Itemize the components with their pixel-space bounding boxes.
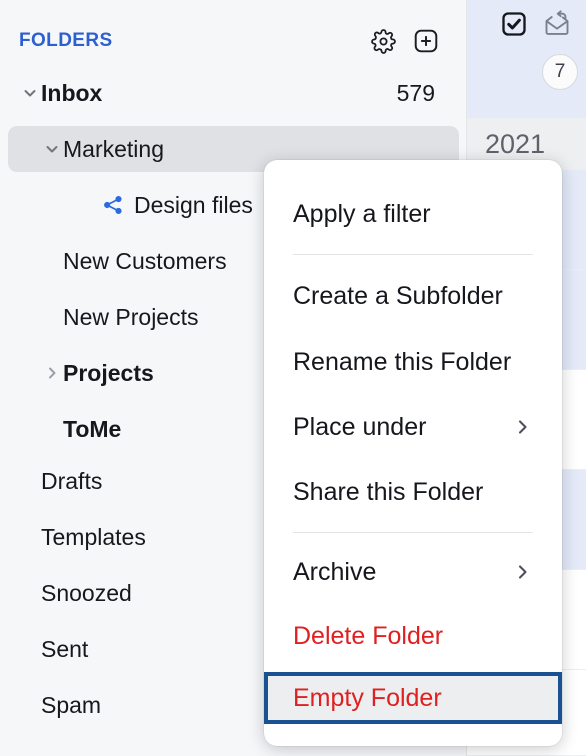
menu-item-label: Share this Folder — [293, 477, 484, 506]
menu-item-delete-folder[interactable]: Delete Folder — [264, 610, 562, 662]
menu-item-archive[interactable]: Archive — [264, 546, 562, 598]
sidebar-item-label: Spam — [41, 691, 102, 718]
sidebar-item-label: Drafts — [41, 467, 103, 494]
menu-item-create-a-subfolder[interactable]: Create a Subfolder — [264, 270, 562, 322]
add-folder-icon[interactable] — [413, 28, 439, 54]
sidebar-item-label: Design files — [134, 191, 253, 218]
menu-item-place-under[interactable]: Place under — [264, 401, 562, 453]
header-icon-group — [370, 28, 439, 54]
sidebar-item-label: Projects — [63, 359, 154, 386]
sidebar-item-label: ToMe — [63, 415, 122, 442]
menu-divider — [293, 532, 533, 533]
menu-item-label: Empty Folder — [293, 683, 442, 712]
gear-icon[interactable] — [370, 28, 396, 54]
mail-toolbar: 7 — [467, 0, 586, 118]
menu-item-apply-a-filter[interactable]: Apply a filter — [264, 188, 562, 240]
sidebar-item-label: Sent — [41, 635, 89, 662]
menu-item-label: Apply a filter — [293, 199, 431, 228]
chevron-right-icon — [514, 562, 530, 582]
menu-item-label: Delete Folder — [293, 621, 444, 650]
unread-count-badge: 7 — [542, 54, 578, 90]
chevron-right-icon[interactable] — [41, 365, 63, 381]
sidebar-item-inbox[interactable]: Inbox 579 — [8, 70, 459, 116]
sidebar-item-label: Marketing — [63, 135, 164, 162]
share-icon — [100, 194, 126, 216]
sidebar-item-label: New Customers — [63, 247, 227, 274]
date-separator-label: 2021 — [485, 128, 546, 159]
menu-item-rename-this-folder[interactable]: Rename this Folder — [264, 336, 562, 388]
sidebar-item-label: Snoozed — [41, 579, 132, 606]
sidebar-item-count: 579 — [396, 79, 435, 106]
menu-item-label: Rename this Folder — [293, 347, 512, 376]
sidebar-item-label: Inbox — [41, 79, 103, 106]
folders-header: FOLDERS — [0, 20, 467, 62]
sidebar-item-label: Templates — [41, 523, 146, 550]
chevron-right-icon — [514, 417, 530, 437]
page-title: FOLDERS — [19, 30, 113, 51]
menu-item-share-this-folder[interactable]: Share this Folder — [264, 466, 562, 518]
sidebar-item-label: New Projects — [63, 303, 199, 330]
select-all-checkbox[interactable] — [498, 8, 530, 40]
chevron-down-icon[interactable] — [41, 141, 63, 157]
menu-item-empty-folder[interactable]: Empty Folder — [264, 672, 562, 724]
menu-item-label: Create a Subfolder — [293, 281, 503, 310]
menu-item-label: Archive — [293, 557, 377, 586]
folder-context-menu: Apply a filter Create a Subfolder Rename t… — [264, 160, 562, 746]
menu-divider — [293, 254, 533, 255]
mark-unread-icon[interactable] — [541, 8, 573, 40]
chevron-down-icon[interactable] — [19, 85, 41, 101]
menu-item-label: Place under — [293, 412, 427, 441]
